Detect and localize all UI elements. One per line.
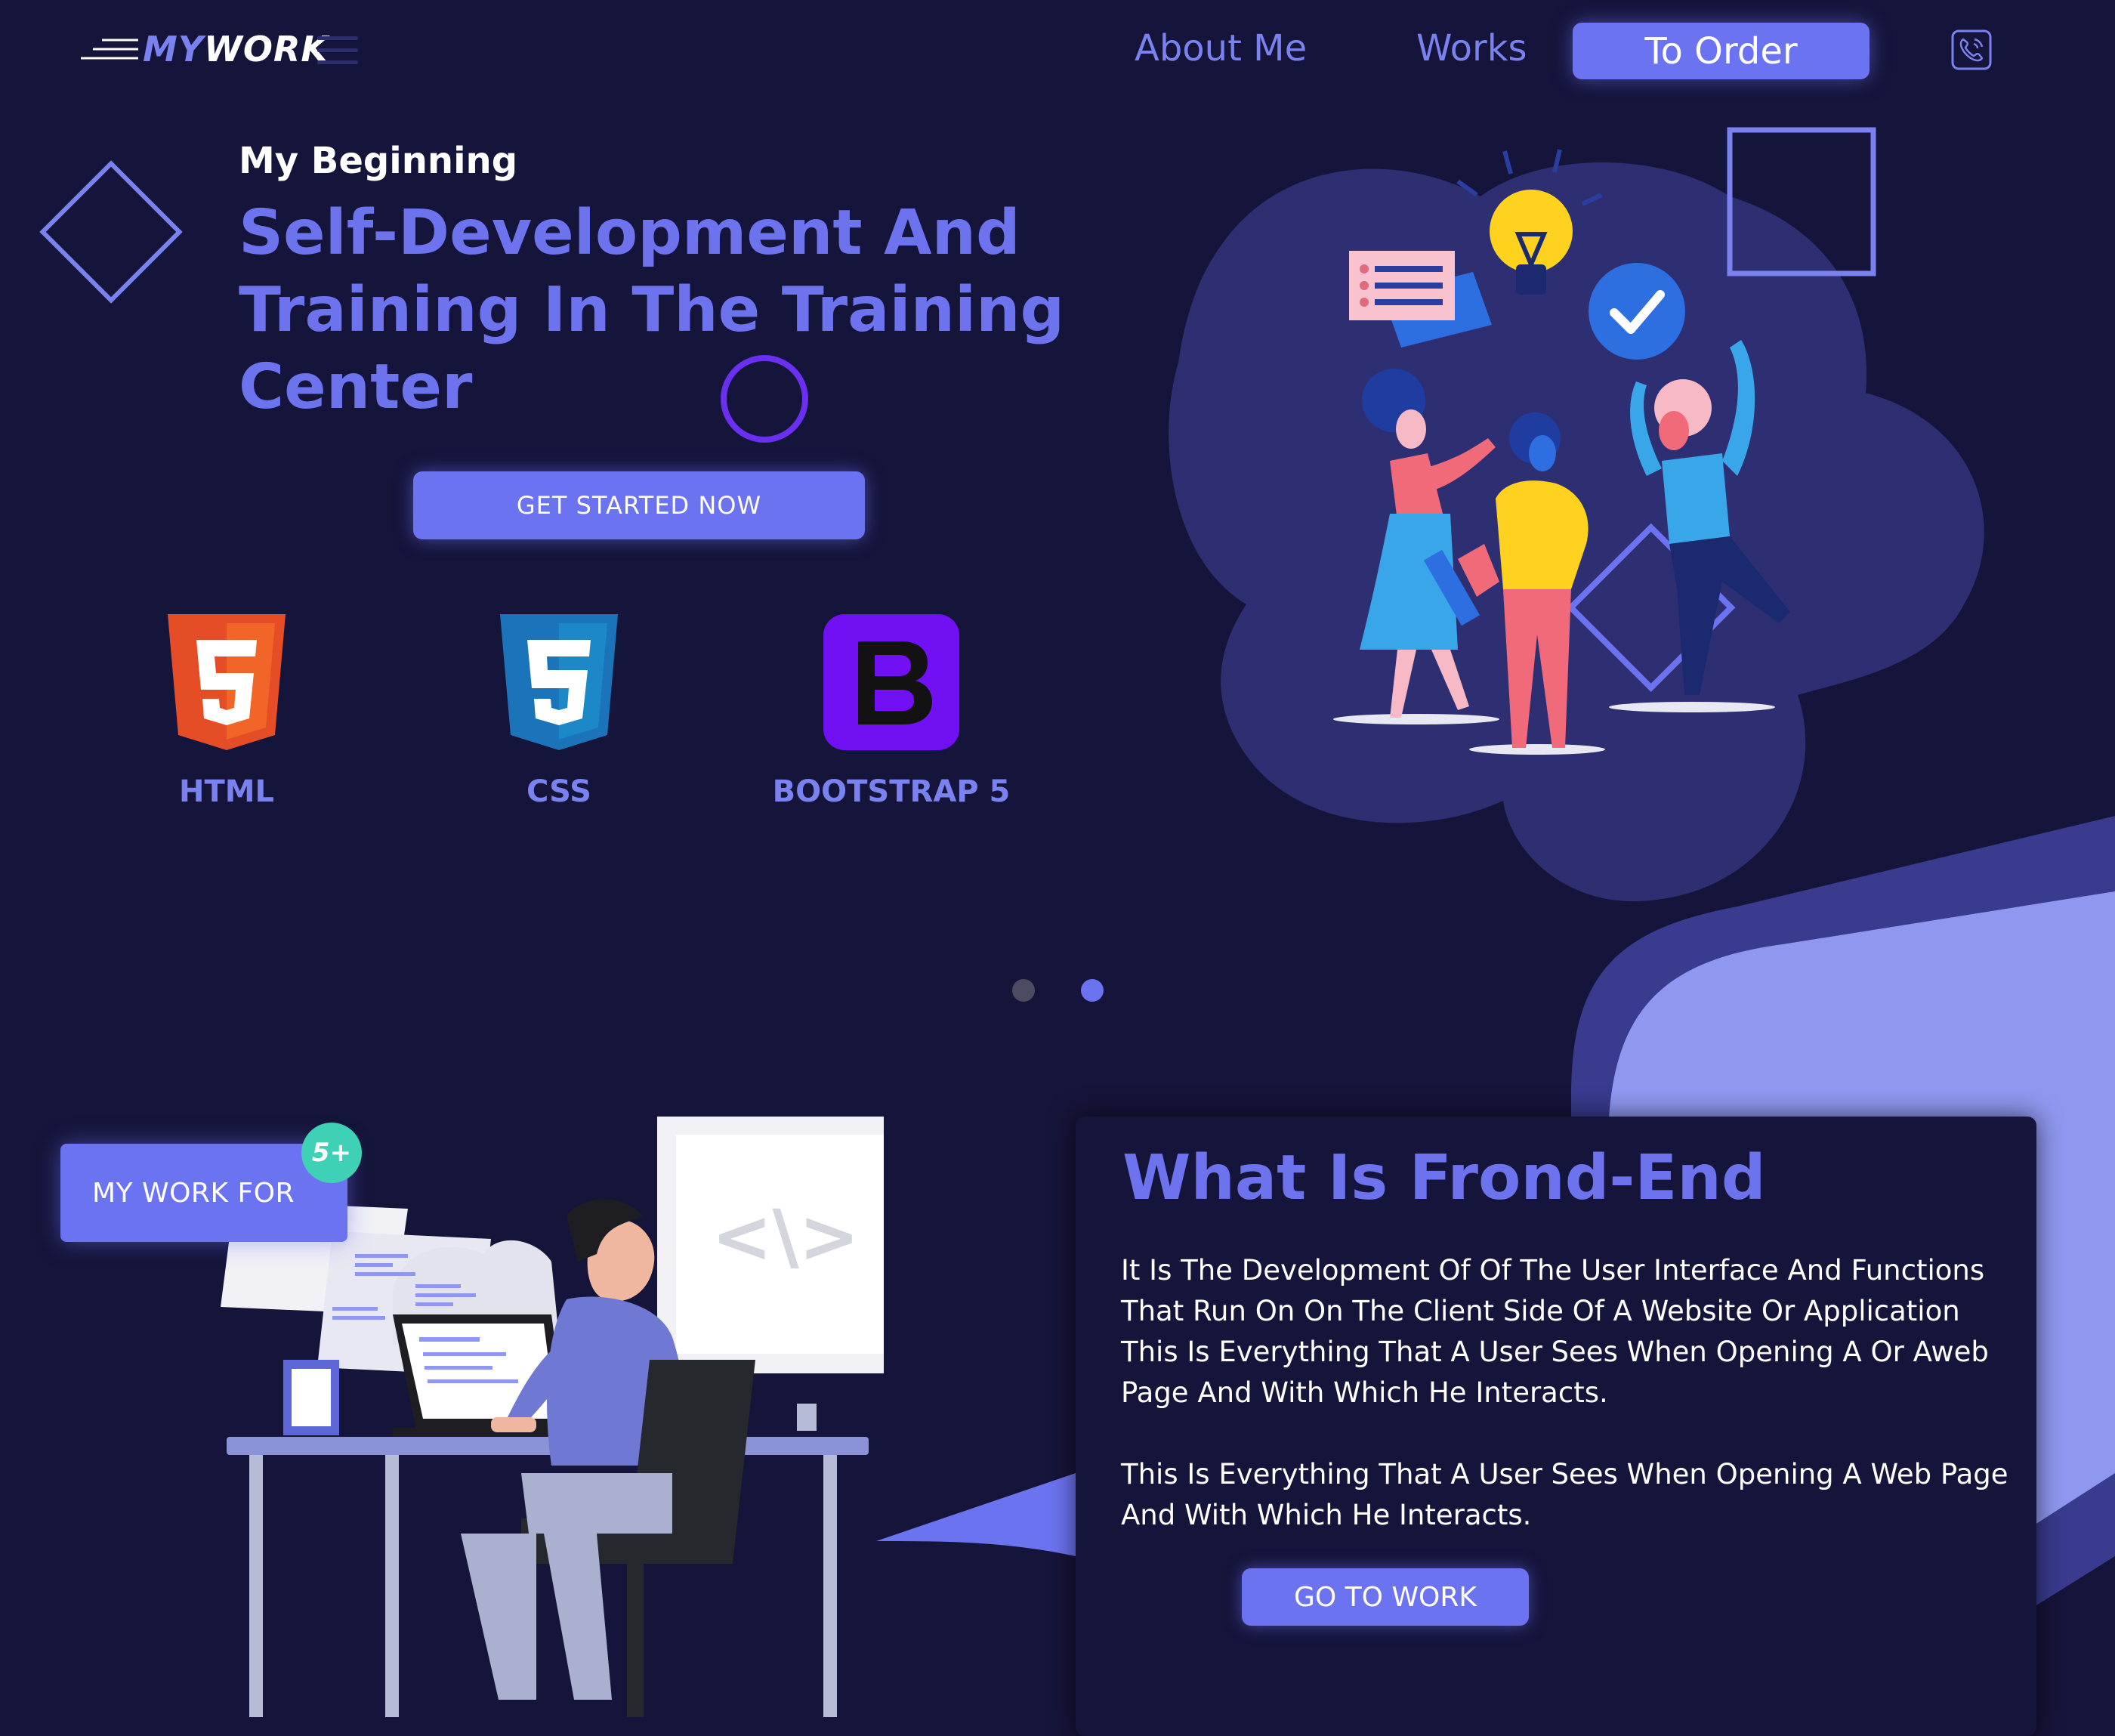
nav-about-me[interactable]: About Me [1135, 27, 1307, 70]
logo-text: MYWORK [143, 29, 329, 70]
go-to-work-button[interactable]: GO TO WORK [1242, 1568, 1529, 1626]
hero-title-line-3: Center [239, 351, 473, 423]
bootstrap-icon [823, 614, 959, 750]
css3-icon [500, 614, 618, 750]
menu-icon[interactable] [316, 33, 361, 66]
hero-title-line-2: Training In The Training [239, 274, 1065, 346]
tech-label-bootstrap: BOOTSTRAP 5 [772, 774, 1011, 809]
logo-part-work: WORK [204, 29, 329, 70]
card-paragraph-2: This Is Everything That A User Sees When… [1121, 1458, 2008, 1531]
hero-kicker: My Beginning [239, 140, 518, 182]
hero-title-line-1: Self-Development And [239, 197, 1020, 269]
svg-text:<\>: <\> [712, 1194, 860, 1279]
logo-part-my: MY [143, 29, 205, 70]
slider-dot-1[interactable] [1012, 979, 1035, 1002]
team-ideas-illustration [1333, 127, 1876, 755]
nav-to-order-button[interactable]: To Order [1573, 23, 1870, 79]
tech-label-css: CSS [526, 774, 591, 809]
card-paragraph-1: It Is The Development Of Of The User Int… [1121, 1254, 1989, 1409]
get-started-button[interactable]: GET STARTED NOW [413, 471, 865, 539]
tech-label-html: HTML [178, 774, 275, 809]
logo[interactable]: MYWORK [79, 23, 329, 76]
speed-lines-icon [81, 39, 138, 60]
html5-icon [168, 614, 286, 750]
diamond-decoration [39, 160, 183, 304]
hero-title: Self-Development And Training In The Tra… [239, 195, 1070, 426]
nav-works[interactable]: Works [1416, 27, 1527, 70]
slider-dot-2[interactable] [1081, 979, 1104, 1002]
phone-icon[interactable] [1950, 29, 1993, 71]
work-count-badge: 5+ [301, 1123, 362, 1183]
card-title: What Is Frond-End [1122, 1142, 1766, 1214]
circle-decoration [721, 355, 808, 443]
